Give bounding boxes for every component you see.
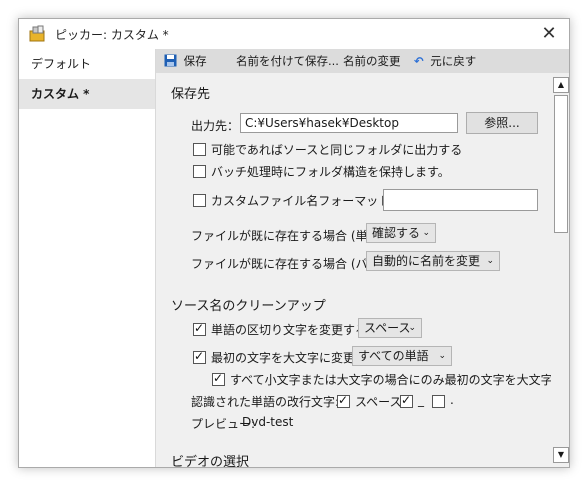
same-folder-checkbox[interactable] xyxy=(193,143,206,156)
section-title-output: 保存先 xyxy=(171,87,211,102)
browse-button[interactable]: 参照... xyxy=(466,112,538,134)
output-path-field[interactable]: C:¥Users¥hasek¥Desktop xyxy=(240,113,458,133)
chevron-down-icon: ⌄ xyxy=(438,351,446,361)
break-dot-label: . xyxy=(450,393,454,407)
same-folder-label: 可能であればソースと同じフォルダに出力する xyxy=(211,143,463,157)
save-button[interactable]: 保存 xyxy=(164,49,207,73)
app-icon xyxy=(29,25,45,42)
break-dot-checkbox[interactable] xyxy=(432,395,445,408)
picker-window: ピッカー: カスタム * ✕ デフォルト カスタム * 保存 名前を付けて保存.… xyxy=(18,18,570,468)
section-title-cleanup: ソース名のクリーンアップ xyxy=(171,299,326,314)
rename-button[interactable]: 名前の変更 xyxy=(343,49,401,73)
save-label: 保存 xyxy=(183,54,207,68)
floppy-icon xyxy=(164,54,177,67)
only-if-case-label: すべて小文字または大文字の場合にのみ最初の文字を大文字にし xyxy=(230,373,551,387)
exists-single-label: ファイルが既に存在する場合 (単体): xyxy=(191,229,389,243)
change-separator-label: 単語の区切り文字を変更する xyxy=(211,323,368,337)
output-label: 出力先： xyxy=(191,119,240,133)
preview-value: Dvd-test xyxy=(242,415,294,429)
break-space-checkbox[interactable] xyxy=(337,393,350,408)
custom-format-checkbox[interactable] xyxy=(193,194,206,207)
section-title-video: ビデオの選択 xyxy=(171,455,250,467)
break-underscore-label: _ xyxy=(418,393,424,407)
undo-label: 元に戻す xyxy=(430,54,477,68)
toolbar: 保存 名前を付けて保存... 名前の変更 ↶ 元に戻す xyxy=(156,49,569,73)
break-underscore-checkbox[interactable] xyxy=(400,393,413,408)
window-title: ピッカー: カスタム * xyxy=(55,28,169,42)
chevron-down-icon: ⌄ xyxy=(422,228,430,238)
capitalize-checkbox[interactable] xyxy=(193,349,206,364)
exists-batch-dropdown[interactable]: 自動的に名前を変更 ⌄ xyxy=(366,251,500,271)
undo-button[interactable]: ↶ 元に戻す xyxy=(414,49,476,73)
close-icon[interactable]: ✕ xyxy=(529,19,569,49)
exists-batch-value: 自動的に名前を変更 xyxy=(372,254,481,268)
keep-structure-checkbox[interactable] xyxy=(193,165,206,178)
sidebar-item-default[interactable]: デフォルト xyxy=(19,49,155,79)
settings-panel: 保存先 出力先： C:¥Users¥hasek¥Desktop 参照... 可能… xyxy=(156,73,551,467)
title-bar: ピッカー: カスタム * ✕ xyxy=(19,19,569,49)
only-if-case-checkbox[interactable] xyxy=(212,371,225,386)
chevron-down-icon: ⌄ xyxy=(408,323,416,333)
undo-icon: ↶ xyxy=(414,54,424,68)
separator-dropdown[interactable]: スペース ⌄ xyxy=(358,318,422,338)
custom-format-field[interactable] xyxy=(383,189,538,211)
profile-sidebar: デフォルト カスタム * xyxy=(19,49,156,467)
scroll-up-icon[interactable]: ▲ xyxy=(553,77,569,93)
exists-single-dropdown[interactable]: 確認する ⌄ xyxy=(366,223,436,243)
keep-structure-label: バッチ処理時にフォルダ構造を保持します。 xyxy=(211,165,450,179)
scrollbar-thumb[interactable] xyxy=(554,95,568,233)
word-breaks-label: 認識された単語の改行文字: xyxy=(191,395,340,409)
break-space-label: スペース xyxy=(355,395,402,409)
exists-single-value: 確認する xyxy=(372,226,421,240)
separator-value: スペース xyxy=(364,321,411,335)
chevron-down-icon: ⌄ xyxy=(486,256,494,266)
capitalize-label: 最初の文字を大文字に変更 xyxy=(211,351,356,365)
change-separator-checkbox[interactable] xyxy=(193,321,206,336)
scroll-down-icon[interactable]: ▼ xyxy=(553,447,569,463)
save-as-button[interactable]: 名前を付けて保存... xyxy=(236,49,339,73)
capitalize-dropdown[interactable]: すべての単語 ⌄ xyxy=(352,346,452,366)
capitalize-value: すべての単語 xyxy=(358,349,429,363)
vertical-scrollbar[interactable]: ▲ ▼ xyxy=(551,73,569,467)
sidebar-item-custom[interactable]: カスタム * xyxy=(19,79,155,109)
